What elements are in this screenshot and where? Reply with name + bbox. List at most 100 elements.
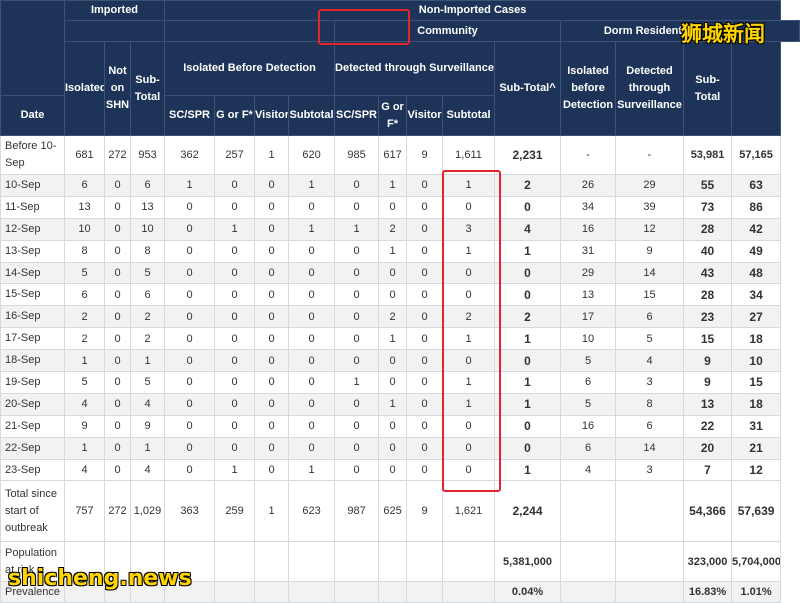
cell-not-on-shn: 0 [104,195,131,219]
cell-imported-subtotal: 5 [129,261,166,285]
cell-ds-g-or-f: 0 [378,349,408,373]
cell-dorm-subtotal: 9 [683,371,733,394]
header-imported: Imported [63,0,166,21]
cell-ds-g-or-f: 0 [378,261,408,285]
cell-not-on-shn: 0 [104,283,131,307]
cell-ds-g-or-f: 0 [378,195,408,219]
cell-isolated: 6 [64,283,105,307]
cell-ib-g-or-f: 259 [214,480,256,543]
table-row: Before 10-Sep 681 272 953 362 257 1 620 985 617 9 1… [0,135,800,175]
cell-ib-g-or-f: 0 [214,371,256,394]
cell-isolated: 1 [64,349,105,373]
cell-not-on-shn: 0 [104,392,131,416]
cell-isolated: 10 [64,217,105,241]
table-row: 16-Sep 2 0 2 0 0 0 0 0 2 0 2 2 17 6 23 27 [0,305,800,329]
cell-population-total: 5,704,000 [731,541,782,583]
header-imported-subtotal: Sub-Total [129,41,166,136]
cell-ds-sc-spr: 1 [334,371,380,394]
cell-ib-subtotal: 0 [288,392,336,416]
header-ds-visitor: Visitor [406,95,444,136]
cell-ds-visitor: 0 [406,195,444,219]
cell-ib-sc-spr: 363 [164,480,216,543]
cell-ib-visitor: 0 [254,174,290,197]
cell-community-subtotal: 2,244 [494,480,562,543]
cell-ib-g-or-f: 0 [214,239,256,263]
cell-imported-subtotal: 6 [129,283,166,307]
header-isolated-before-detection: Isolated Before Detection [164,41,336,96]
cell-isolated: 1 [64,436,105,460]
cell-total-cases: 49 [731,239,782,263]
cell-not-on-shn: 0 [104,327,131,351]
cell-ds-g-or-f: 0 [378,283,408,307]
cell-ds-g-or-f: 2 [378,217,408,241]
cell-total-cases: 48 [731,261,782,285]
cell-date: 20-Sep [0,392,65,416]
cell-not-on-shn: 0 [104,261,131,285]
cell-community-subtotal: 1 [494,327,562,351]
cell-ds-visitor: 0 [406,217,444,241]
cell-dorm-subtotal: 40 [683,239,733,263]
cell-not-on-shn: 0 [104,436,131,460]
cell-ds-visitor: 0 [406,283,444,307]
cell-ds-visitor: 0 [406,239,444,263]
cell-ds-sc-spr: 0 [334,392,380,416]
cell-imported-subtotal: 5 [129,371,166,394]
cell-dorm-detected-through: 12 [615,217,685,241]
cell-isolated: 13 [64,195,105,219]
table-row: 22-Sep 1 0 1 0 0 0 0 0 0 0 0 0 6 14 20 21 [0,436,800,460]
cell-isolated: 681 [64,135,105,175]
cell-isolated: 6 [64,174,105,197]
cell-ib-visitor: 1 [254,135,290,175]
header-ib-sc-spr: SC/SPR [164,95,216,136]
cell-date: 17-Sep [0,327,65,351]
cell-dorm-detected-through: 6 [615,414,685,438]
cell-ib-sc-spr: 0 [164,371,216,394]
cell-not-on-shn: 0 [104,305,131,329]
cell-total-cases: 31 [731,414,782,438]
cell-community-subtotal: 1 [494,239,562,263]
table-row: 13-Sep 8 0 8 0 0 0 0 0 1 0 1 1 31 9 40 49 [0,239,800,263]
table-row: 20-Sep 4 0 4 0 0 0 0 0 1 0 1 1 5 8 13 18 [0,392,800,416]
cell-dorm-subtotal: 15 [683,327,733,351]
cell-date: 10-Sep [0,174,65,197]
cell-isolated: 5 [64,261,105,285]
cell-ib-sc-spr: 0 [164,283,216,307]
cell-ib-visitor: 0 [254,283,290,307]
cell-ib-subtotal: 1 [288,174,336,197]
cell-date: 22-Sep [0,436,65,460]
cell-ib-visitor: 0 [254,392,290,416]
cell-ds-visitor: 0 [406,414,444,438]
cell-ib-subtotal: 0 [288,261,336,285]
cell-total-cases: 42 [731,217,782,241]
cell-total-cases: 34 [731,283,782,307]
header-ib-subtotal: Subtotal [288,95,336,136]
cell-ds-g-or-f: 1 [378,239,408,263]
cell-not-on-shn: 272 [104,480,131,543]
cell-ds-g-or-f: 0 [378,414,408,438]
table-row: 12-Sep 10 0 10 0 1 0 1 1 2 0 3 4 16 12 28 42 [0,217,800,241]
cell-ds-visitor: 0 [406,305,444,329]
cell-dorm-isolated-before: 6 [560,371,617,394]
cell-total-cases: 18 [731,392,782,416]
cell-dorm-isolated-before: 5 [560,392,617,416]
cell-ib-g-or-f: 0 [214,392,256,416]
cell-dorm-detected-through: 29 [615,174,685,197]
cell-date: 13-Sep [0,239,65,263]
cell-ib-sc-spr: 0 [164,217,216,241]
cell-ib-subtotal: 0 [288,327,336,351]
cell-community-subtotal: 2 [494,174,562,197]
cell-imported-subtotal: 2 [129,305,166,329]
cell-dorm-isolated-before: 16 [560,217,617,241]
cell-dorm-isolated-before: 26 [560,174,617,197]
cell-dorm-isolated-before: 31 [560,239,617,263]
cell-dorm-subtotal: 22 [683,414,733,438]
cell-ib-sc-spr: 0 [164,392,216,416]
cell-ib-g-or-f: 0 [214,327,256,351]
cell-ib-visitor: 0 [254,327,290,351]
cell-dorm-subtotal: 7 [683,458,733,482]
cell-ds-sc-spr: 0 [334,174,380,197]
covid-cases-table: Imported Non-Imported Cases Community Do… [0,0,800,603]
cell-community-subtotal: 1 [494,458,562,482]
cell-not-on-shn: 272 [104,135,131,175]
cell-imported-subtotal: 4 [129,458,166,482]
